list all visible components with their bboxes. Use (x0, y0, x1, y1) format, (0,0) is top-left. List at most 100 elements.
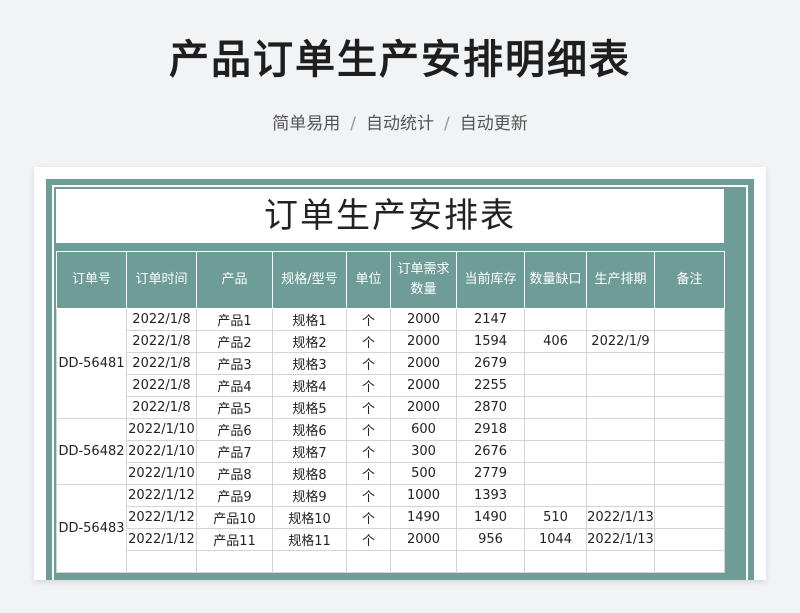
cell-date[interactable]: 2022/1/10 (126, 418, 197, 441)
cell-note[interactable] (654, 374, 725, 397)
cell-spec[interactable]: 规格2 (272, 330, 347, 353)
cell-note[interactable] (654, 528, 725, 551)
cell-product[interactable]: 产品1 (196, 308, 273, 331)
cell-gap[interactable] (524, 308, 587, 331)
header-col-spec[interactable]: 规格/型号 (272, 251, 347, 309)
cell-spec[interactable]: 规格7 (272, 440, 347, 463)
cell-unit[interactable]: 个 (346, 396, 391, 419)
header-col-gap[interactable]: 数量缺口 (524, 251, 587, 309)
cell-stock[interactable]: 2255 (456, 374, 525, 397)
header-col-note[interactable]: 备注 (654, 251, 725, 309)
cell-note[interactable] (654, 440, 725, 463)
cell-date[interactable]: 2022/1/10 (126, 462, 197, 485)
cell-gap[interactable] (524, 374, 587, 397)
cell-schedule[interactable] (586, 308, 655, 331)
cell-spec[interactable]: 规格3 (272, 352, 347, 375)
cell-product[interactable]: 产品8 (196, 462, 273, 485)
header-col-schedule[interactable]: 生产排期 (586, 251, 655, 309)
cell-date[interactable] (126, 550, 197, 573)
cell-spec[interactable] (272, 550, 347, 573)
header-col-order-date[interactable]: 订单时间 (126, 251, 197, 309)
cell-unit[interactable]: 个 (346, 484, 391, 507)
cell-note[interactable] (654, 418, 725, 441)
cell-schedule[interactable] (586, 550, 655, 573)
cell-product[interactable]: 产品11 (196, 528, 273, 551)
cell-unit[interactable]: 个 (346, 418, 391, 441)
cell-schedule[interactable] (586, 418, 655, 441)
cell-stock[interactable]: 956 (456, 528, 525, 551)
cell-date[interactable]: 2022/1/12 (126, 506, 197, 529)
cell-date[interactable]: 2022/1/8 (126, 396, 197, 419)
cell-gap[interactable]: 406 (524, 330, 587, 353)
cell-note[interactable] (654, 352, 725, 375)
cell-spec[interactable]: 规格8 (272, 462, 347, 485)
cell-order-no[interactable]: DD-56481 (56, 308, 127, 419)
cell-demand[interactable] (390, 550, 457, 573)
cell-demand[interactable]: 2000 (390, 308, 457, 331)
cell-product[interactable] (196, 550, 273, 573)
cell-stock[interactable] (456, 550, 525, 573)
cell-note[interactable] (654, 462, 725, 485)
header-col-stock[interactable]: 当前库存 (456, 251, 525, 309)
cell-product[interactable]: 产品10 (196, 506, 273, 529)
cell-order-no[interactable]: DD-56482 (56, 418, 127, 485)
cell-product[interactable]: 产品6 (196, 418, 273, 441)
cell-spec[interactable]: 规格9 (272, 484, 347, 507)
cell-schedule[interactable] (586, 396, 655, 419)
cell-demand[interactable]: 2000 (390, 396, 457, 419)
cell-demand[interactable]: 300 (390, 440, 457, 463)
cell-gap[interactable] (524, 352, 587, 375)
cell-note[interactable] (654, 506, 725, 529)
cell-note[interactable] (654, 330, 725, 353)
cell-date[interactable]: 2022/1/12 (126, 484, 197, 507)
cell-product[interactable]: 产品7 (196, 440, 273, 463)
cell-spec[interactable]: 规格1 (272, 308, 347, 331)
cell-spec[interactable]: 规格4 (272, 374, 347, 397)
cell-demand[interactable]: 2000 (390, 528, 457, 551)
cell-date[interactable]: 2022/1/12 (126, 528, 197, 551)
cell-gap[interactable]: 510 (524, 506, 587, 529)
cell-stock[interactable]: 2679 (456, 352, 525, 375)
cell-unit[interactable]: 个 (346, 308, 391, 331)
cell-stock[interactable]: 2918 (456, 418, 525, 441)
cell-gap[interactable] (524, 462, 587, 485)
header-col-demand[interactable]: 订单需求 数量 (390, 251, 457, 309)
cell-date[interactable]: 2022/1/8 (126, 308, 197, 331)
cell-product[interactable]: 产品9 (196, 484, 273, 507)
header-col-unit[interactable]: 单位 (346, 251, 391, 309)
cell-gap[interactable]: 1044 (524, 528, 587, 551)
cell-product[interactable]: 产品5 (196, 396, 273, 419)
cell-spec[interactable]: 规格10 (272, 506, 347, 529)
cell-stock[interactable]: 1594 (456, 330, 525, 353)
cell-unit[interactable] (346, 550, 391, 573)
cell-schedule[interactable] (586, 440, 655, 463)
cell-demand[interactable]: 2000 (390, 352, 457, 375)
cell-gap[interactable] (524, 418, 587, 441)
cell-schedule[interactable] (586, 462, 655, 485)
header-col-order-no[interactable]: 订单号 (56, 251, 127, 309)
cell-schedule[interactable] (586, 374, 655, 397)
cell-demand[interactable]: 600 (390, 418, 457, 441)
cell-gap[interactable] (524, 396, 587, 419)
cell-stock[interactable]: 1490 (456, 506, 525, 529)
cell-gap[interactable] (524, 440, 587, 463)
cell-date[interactable]: 2022/1/8 (126, 374, 197, 397)
cell-product[interactable]: 产品4 (196, 374, 273, 397)
cell-stock[interactable]: 2779 (456, 462, 525, 485)
cell-note[interactable] (654, 484, 725, 507)
header-col-product[interactable]: 产品 (196, 251, 273, 309)
cell-schedule[interactable] (586, 352, 655, 375)
cell-unit[interactable]: 个 (346, 352, 391, 375)
cell-date[interactable]: 2022/1/8 (126, 330, 197, 353)
cell-unit[interactable]: 个 (346, 506, 391, 529)
cell-demand[interactable]: 500 (390, 462, 457, 485)
cell-order-no[interactable]: DD-56483 (56, 484, 127, 573)
cell-product[interactable]: 产品2 (196, 330, 273, 353)
cell-note[interactable] (654, 308, 725, 331)
cell-spec[interactable]: 规格6 (272, 418, 347, 441)
cell-date[interactable]: 2022/1/10 (126, 440, 197, 463)
cell-spec[interactable]: 规格11 (272, 528, 347, 551)
cell-note[interactable] (654, 396, 725, 419)
cell-demand[interactable]: 1000 (390, 484, 457, 507)
cell-schedule[interactable]: 2022/1/13 (586, 506, 655, 529)
